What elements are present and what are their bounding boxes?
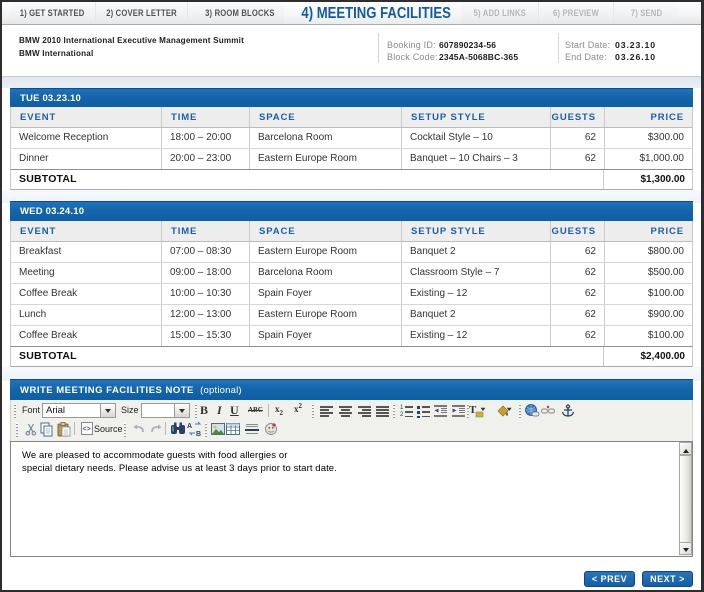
svg-text:2: 2: [400, 412, 404, 418]
svg-text:A: A: [187, 423, 192, 430]
svg-text:1: 1: [400, 405, 404, 411]
svg-text:B: B: [196, 431, 201, 437]
svg-text:<>: <>: [83, 426, 91, 433]
